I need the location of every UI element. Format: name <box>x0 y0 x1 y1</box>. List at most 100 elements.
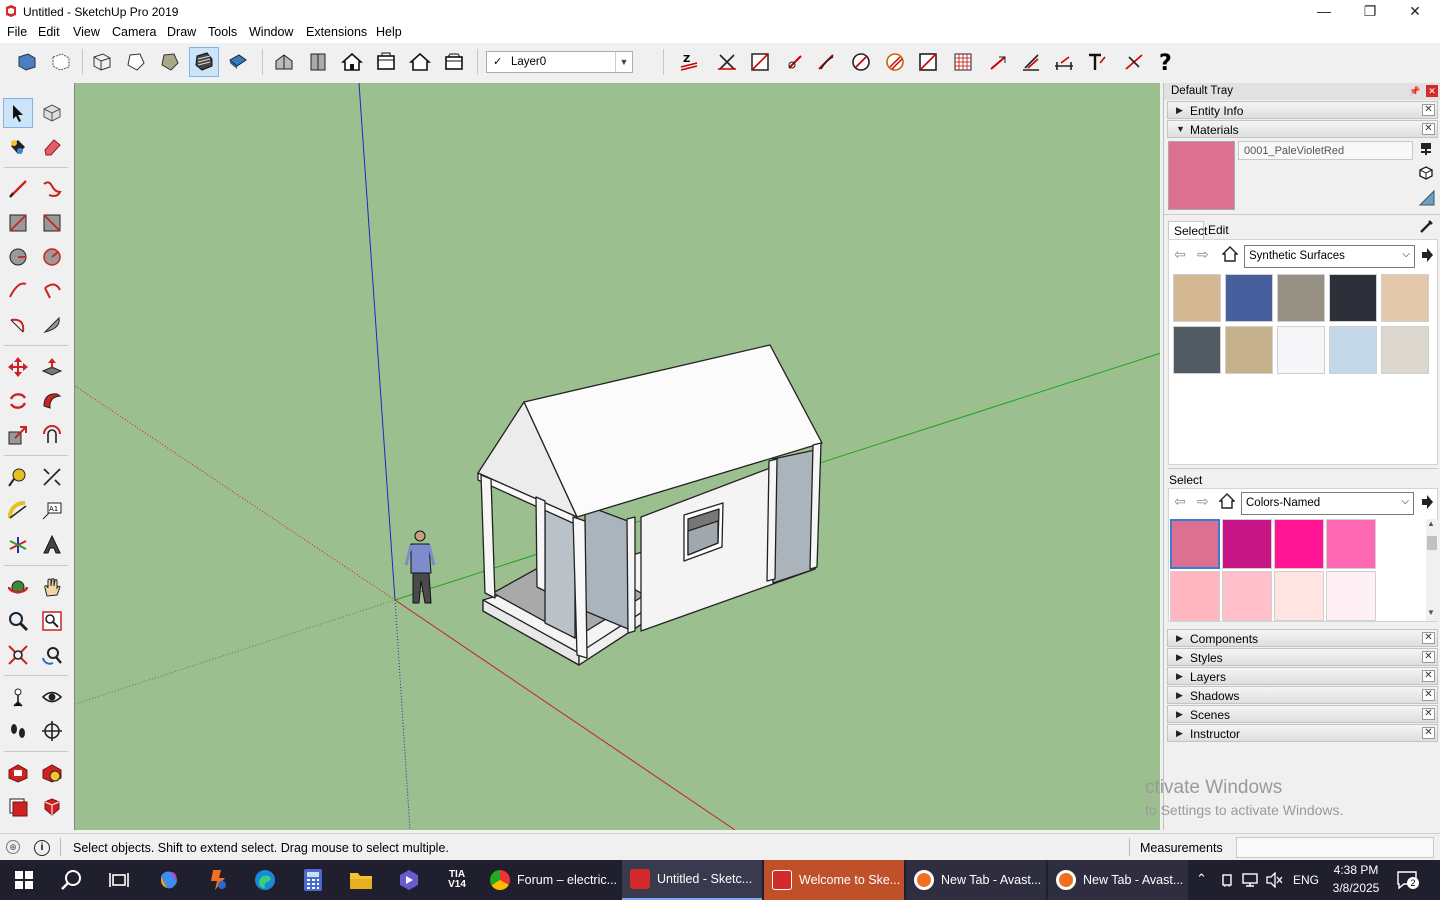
push-pull-icon[interactable] <box>37 352 67 382</box>
color-swatch[interactable] <box>1274 571 1324 621</box>
panel-instructor[interactable]: ▶ Instructor ✕ <box>1167 724 1438 742</box>
material-swatch[interactable] <box>1329 326 1377 374</box>
menu-extensions[interactable]: Extensions <box>306 25 367 39</box>
zoom-icon[interactable] <box>3 606 33 636</box>
menu-view[interactable]: View <box>73 25 100 39</box>
clock-time[interactable]: 4:38 PM <box>1330 863 1382 877</box>
menu-camera[interactable]: Camera <box>112 25 156 39</box>
shaded-textures-icon[interactable] <box>189 47 219 77</box>
layer-dropdown[interactable]: ✓ Layer0 ▼ <box>486 51 633 73</box>
axes-tool-icon[interactable] <box>3 530 33 560</box>
chevron-down-icon[interactable]: ▼ <box>615 52 632 72</box>
create-material-icon[interactable] <box>1418 165 1434 181</box>
network-icon[interactable] <box>1242 872 1260 888</box>
model-viewport[interactable] <box>74 83 1160 830</box>
monochrome-icon[interactable] <box>223 47 253 77</box>
component-tool-icon[interactable] <box>37 98 67 128</box>
swatch-scrollbar[interactable]: ▲ ▼ <box>1426 519 1438 621</box>
xray-icon[interactable] <box>12 47 42 77</box>
arc-icon[interactable] <box>3 276 33 306</box>
panel-scenes[interactable]: ▶ Scenes ✕ <box>1167 705 1438 723</box>
calculator-icon[interactable] <box>290 860 336 900</box>
sandbox-scratch-icon[interactable] <box>712 47 742 77</box>
tia-portal-icon[interactable]: TIA V14 <box>434 860 480 900</box>
panel-close-icon[interactable]: ✕ <box>1422 708 1435 720</box>
3d-warehouse-icon[interactable] <box>3 758 33 788</box>
help-icon[interactable]: ? <box>1151 47 1181 77</box>
paint-bucket-icon[interactable] <box>3 132 33 162</box>
materials-select-tab[interactable]: Select <box>1168 221 1207 239</box>
app-orange-icon[interactable] <box>194 860 240 900</box>
forward-arrow-icon[interactable]: ⇨ <box>1197 493 1209 510</box>
materials-edit-tab[interactable]: Edit <box>1208 223 1229 237</box>
input-language[interactable]: ENG <box>1293 873 1319 887</box>
smoove-icon[interactable] <box>745 47 775 77</box>
rectangle-icon[interactable] <box>3 208 33 238</box>
task-view-icon[interactable] <box>96 860 142 900</box>
media-app-icon[interactable] <box>386 860 432 900</box>
material-swatch[interactable] <box>1381 326 1429 374</box>
color-swatch[interactable] <box>1274 519 1324 569</box>
panel-close-icon[interactable]: ✕ <box>1422 123 1435 135</box>
position-camera-icon[interactable] <box>3 682 33 712</box>
section-plane-icon[interactable] <box>37 716 67 746</box>
color-swatch[interactable] <box>1222 571 1272 621</box>
panel-close-icon[interactable]: ✕ <box>1422 104 1435 116</box>
taskbar-app-avast-tab-2[interactable]: New Tab - Avast... <box>1048 860 1188 900</box>
line-tool-2-icon[interactable] <box>983 47 1013 77</box>
extension-warehouse-icon[interactable] <box>37 758 67 788</box>
color-swatch[interactable] <box>1326 571 1376 621</box>
three-point-arc-icon[interactable] <box>3 310 33 340</box>
back-arrow-icon[interactable]: ⇦ <box>1174 493 1186 510</box>
search-icon[interactable] <box>48 860 96 900</box>
dimension-line-icon[interactable] <box>1049 47 1079 77</box>
scale-tool-icon[interactable] <box>3 420 33 450</box>
panel-materials[interactable]: ▼ Materials ✕ <box>1167 120 1438 138</box>
taskbar-app-sketchup-untitled[interactable]: Untitled - Sketc... <box>622 860 762 900</box>
line-tool-icon[interactable] <box>3 174 33 204</box>
zoom-extents-icon[interactable] <box>3 640 33 670</box>
right-view-icon[interactable] <box>371 47 401 77</box>
panel-close-icon[interactable]: ✕ <box>1422 651 1435 663</box>
sandbox-from-contours-icon[interactable]: Z <box>674 47 704 77</box>
follow-me-icon[interactable] <box>37 386 67 416</box>
minimize-button[interactable]: — <box>1301 0 1347 23</box>
left-view-icon[interactable] <box>439 47 469 77</box>
menu-help[interactable]: Help <box>376 25 402 39</box>
panel-entity-info[interactable]: ▶ Entity Info ✕ <box>1167 101 1438 119</box>
material-library-dropdown[interactable]: Synthetic Surfaces ⌵ <box>1244 245 1415 268</box>
usb-icon[interactable] <box>1219 872 1235 888</box>
panel-close-icon[interactable]: ✕ <box>1422 727 1435 739</box>
layout-icon[interactable] <box>3 792 33 822</box>
freehand-icon[interactable] <box>37 174 67 204</box>
add-detail-icon[interactable] <box>846 47 876 77</box>
panel-shadows[interactable]: ▶ Shadows ✕ <box>1167 686 1438 704</box>
taskbar-app-chrome-forum[interactable]: Forum – electric... <box>482 860 620 900</box>
tape-measure-icon[interactable] <box>3 462 33 492</box>
menu-tools[interactable]: Tools <box>208 25 237 39</box>
orbit-icon[interactable] <box>3 572 33 602</box>
panel-components[interactable]: ▶ Components ✕ <box>1167 629 1438 647</box>
clock-date[interactable]: 3/8/2025 <box>1330 881 1382 895</box>
offset-icon[interactable] <box>37 420 67 450</box>
shaded-icon[interactable] <box>155 47 185 77</box>
material-swatch[interactable] <box>1329 274 1377 322</box>
text-label-icon[interactable]: A1 <box>37 496 67 526</box>
protractor-icon[interactable] <box>3 496 33 526</box>
info-icon[interactable]: i <box>34 840 50 856</box>
hidden-line-icon[interactable] <box>121 47 151 77</box>
panel-styles[interactable]: ▶ Styles ✕ <box>1167 648 1438 666</box>
color-swatch[interactable] <box>1326 519 1376 569</box>
secondary-library-dropdown[interactable]: Colors-Named ⌵ <box>1241 492 1414 515</box>
maximize-button[interactable]: ❐ <box>1347 0 1393 23</box>
wireframe-icon[interactable] <box>87 47 117 77</box>
panel-close-icon[interactable]: ✕ <box>1422 689 1435 701</box>
edge-icon[interactable] <box>242 860 288 900</box>
two-point-arc-icon[interactable] <box>37 276 67 306</box>
material-swatch[interactable] <box>1277 274 1325 322</box>
material-swatch[interactable] <box>1225 326 1273 374</box>
model-canvas[interactable] <box>75 83 1160 830</box>
dimension-icon[interactable] <box>37 462 67 492</box>
front-view-icon[interactable] <box>337 47 367 77</box>
slope-icon[interactable] <box>1016 47 1046 77</box>
